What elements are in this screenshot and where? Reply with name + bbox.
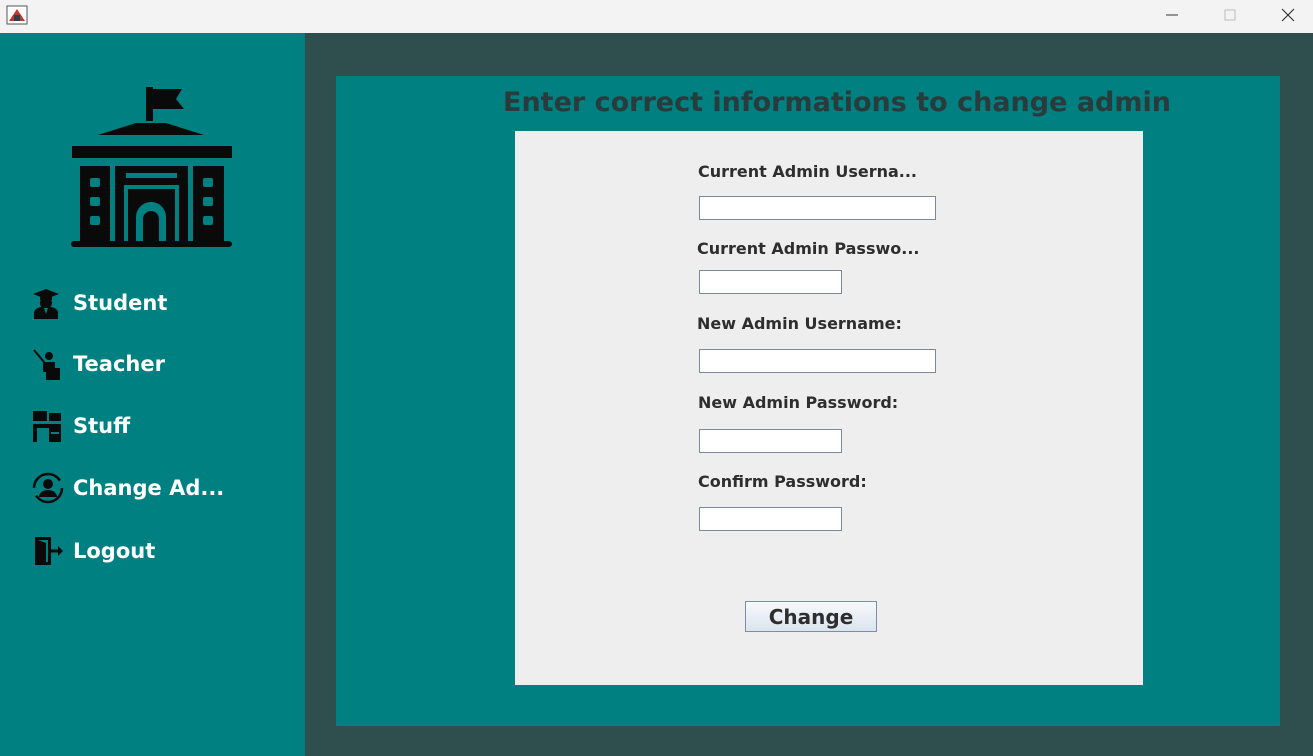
sidebar-item-label: Change Ad... <box>73 476 225 500</box>
teacher-pointer-icon <box>32 348 64 380</box>
current-password-label: Current Admin Passwo... <box>697 239 920 258</box>
sidebar-item-label: Teacher <box>73 352 165 376</box>
main-panel: Enter correct informations to change adm… <box>336 76 1280 726</box>
sidebar-item-teacher[interactable]: Teacher <box>32 344 282 384</box>
change-button[interactable]: Change <box>745 601 877 632</box>
sidebar-item-change-admin[interactable]: Change Ad... <box>32 468 282 508</box>
new-password-input[interactable] <box>699 429 842 453</box>
current-username-input[interactable] <box>699 196 936 220</box>
page-title: Enter correct informations to change adm… <box>503 87 1171 118</box>
sidebar-item-label: Stuff <box>73 414 131 438</box>
new-username-label: New Admin Username: <box>697 314 902 333</box>
sidebar-item-student[interactable]: Student <box>32 283 282 323</box>
confirm-password-input[interactable] <box>699 507 842 531</box>
confirm-password-label: Confirm Password: <box>698 472 867 491</box>
current-username-label: Current Admin Userna... <box>698 162 918 181</box>
staff-desk-icon <box>32 410 64 442</box>
java-app-icon <box>6 5 28 25</box>
sidebar: Student Teacher Stuff Change Ad... Logou… <box>0 33 305 756</box>
minimize-button[interactable] <box>1143 0 1201 30</box>
logout-door-icon <box>32 535 64 567</box>
maximize-button[interactable] <box>1201 0 1259 30</box>
student-graduate-icon <box>32 287 64 319</box>
sidebar-item-logout[interactable]: Logout <box>32 531 282 571</box>
window-titlebar <box>0 0 1313 33</box>
new-password-label: New Admin Password: <box>698 393 899 412</box>
new-username-input[interactable] <box>699 349 936 373</box>
current-password-input[interactable] <box>699 270 842 294</box>
change-admin-form: Current Admin Userna... Current Admin Pa… <box>515 131 1143 685</box>
change-admin-icon <box>32 472 64 504</box>
sidebar-item-label: Logout <box>73 539 156 563</box>
close-button[interactable] <box>1259 0 1313 30</box>
sidebar-item-stuff[interactable]: Stuff <box>32 406 282 446</box>
school-building-icon <box>70 87 233 249</box>
sidebar-item-label: Student <box>73 291 168 315</box>
